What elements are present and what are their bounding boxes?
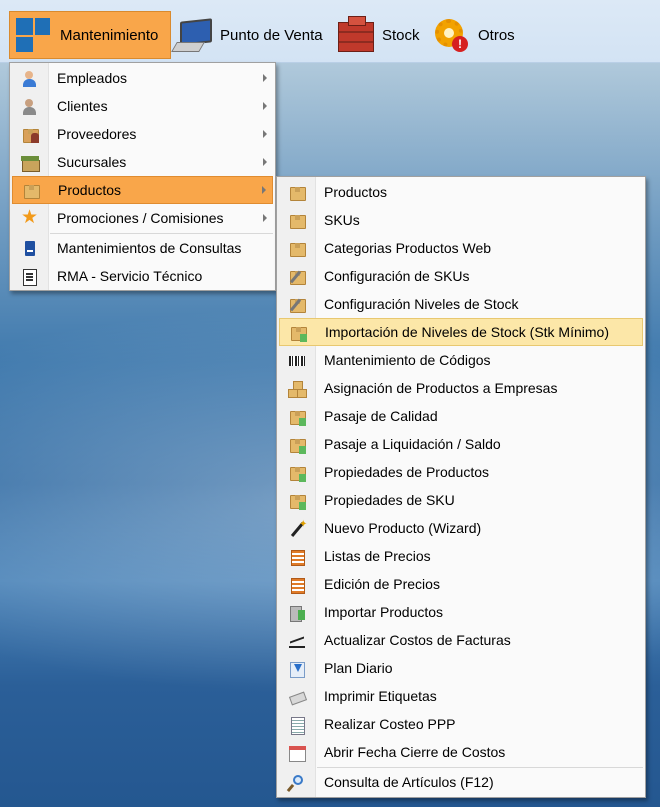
price-list-icon	[288, 548, 306, 566]
menu-item-pasaje-liquidacion[interactable]: Pasaje a Liquidación / Saldo	[279, 431, 643, 458]
box-import-icon	[288, 408, 306, 426]
menu-item-costeo-ppp[interactable]: Realizar Costeo PPP	[279, 711, 643, 738]
menu-item-mantenimiento-codigos[interactable]: Mantenimiento de Códigos	[279, 347, 643, 374]
boxes-stack-icon	[288, 380, 307, 398]
magnifier-icon	[286, 774, 306, 793]
menu-item-nuevo-producto-wizard[interactable]: ✦ Nuevo Producto (Wizard)	[279, 515, 643, 542]
magic-wand-icon: ✦	[288, 520, 307, 538]
menubar-item-mantenimiento[interactable]: Mantenimiento	[9, 11, 171, 59]
menubar-label: Stock	[382, 26, 420, 44]
menubar-item-otros[interactable]: ! Otros	[432, 11, 528, 59]
document-icon	[21, 240, 39, 258]
gear-warning-icon: !	[432, 16, 470, 54]
box-import-icon	[288, 464, 306, 482]
bricks-icon	[336, 16, 374, 54]
menu-item-productos[interactable]: Productos	[279, 179, 643, 206]
box-tools-icon	[288, 296, 306, 314]
price-list-icon	[288, 576, 306, 594]
menu-item-mantenimientos-consultas[interactable]: Mantenimientos de Consultas	[12, 235, 273, 262]
rma-form-icon	[21, 268, 39, 286]
menu-item-rma[interactable]: RMA - Servicio Técnico	[12, 263, 273, 290]
menubar-item-stock[interactable]: Stock	[336, 11, 428, 59]
box-import-icon	[288, 436, 306, 454]
label-print-icon	[288, 688, 308, 706]
menu-item-proveedores[interactable]: Proveedores	[12, 121, 273, 148]
supplier-icon	[21, 126, 39, 144]
menu-item-categorias-web[interactable]: Categorias Productos Web	[279, 235, 643, 262]
tiles-icon	[14, 16, 52, 54]
menu-item-importar-productos[interactable]: Importar Productos	[279, 599, 643, 626]
menu-item-asignacion-empresas[interactable]: Asignación de Productos a Empresas	[279, 375, 643, 402]
menu-item-edicion-precios[interactable]: Edición de Precios	[279, 571, 643, 598]
menu-item-productos[interactable]: Productos	[12, 176, 273, 204]
chart-line-icon	[288, 632, 306, 650]
menu-item-imprimir-etiquetas[interactable]: Imprimir Etiquetas	[279, 683, 643, 710]
productos-submenu: Productos SKUs Categorias Productos Web …	[276, 176, 646, 798]
menubar-item-punto-de-venta[interactable]: Punto de Venta	[171, 11, 334, 59]
box-import-icon	[289, 324, 307, 342]
barcode-icon	[288, 352, 306, 370]
submenu-arrow-icon	[263, 158, 267, 166]
menu-item-propiedades-productos[interactable]: Propiedades de Productos	[279, 459, 643, 486]
submenu-arrow-icon	[263, 130, 267, 138]
product-box-icon	[288, 212, 306, 230]
menu-separator	[317, 767, 643, 768]
menu-item-abrir-fecha-cierre[interactable]: Abrir Fecha Cierre de Costos	[279, 739, 643, 766]
submenu-arrow-icon	[263, 102, 267, 110]
download-arrow-icon	[288, 660, 306, 678]
submenu-arrow-icon	[263, 214, 267, 222]
menubar-label: Mantenimiento	[60, 26, 159, 44]
mantenimiento-menu: Empleados Clientes Proveedores Sucursale…	[9, 62, 276, 291]
computer-icon	[171, 16, 212, 54]
menu-separator	[50, 233, 273, 234]
menu-item-consulta-articulos[interactable]: Consulta de Artículos (F12)	[279, 769, 643, 796]
box-import-icon	[288, 492, 306, 510]
menu-item-skus[interactable]: SKUs	[279, 207, 643, 234]
product-box-icon	[288, 184, 306, 202]
menubar-label: Otros	[478, 26, 515, 44]
client-icon	[21, 98, 39, 116]
branch-icon	[21, 154, 40, 172]
box-tools-icon	[288, 268, 306, 286]
menu-item-pasaje-calidad[interactable]: Pasaje de Calidad	[279, 403, 643, 430]
menubar-label: Punto de Venta	[220, 26, 323, 44]
submenu-arrow-icon	[263, 74, 267, 82]
employee-icon	[21, 70, 39, 88]
product-box-icon	[22, 182, 40, 200]
import-products-icon	[288, 604, 306, 622]
menu-item-listas-precios[interactable]: Listas de Precios	[279, 543, 643, 570]
menubar: Mantenimiento Punto de Venta Stock ! Otr…	[0, 0, 660, 63]
menu-item-configuracion-niveles[interactable]: Configuración Niveles de Stock	[279, 291, 643, 318]
menu-item-promociones[interactable]: ★ Promociones / Comisiones	[12, 205, 273, 232]
submenu-arrow-icon	[262, 186, 266, 194]
menu-item-propiedades-sku[interactable]: Propiedades de SKU	[279, 487, 643, 514]
menu-item-actualizar-costos[interactable]: Actualizar Costos de Facturas	[279, 627, 643, 654]
star-icon: ★	[21, 207, 39, 228]
menu-item-sucursales[interactable]: Sucursales	[12, 149, 273, 176]
report-icon	[288, 716, 306, 735]
product-box-icon	[288, 240, 306, 258]
menu-item-configuracion-skus[interactable]: Configuración de SKUs	[279, 263, 643, 290]
menu-item-clientes[interactable]: Clientes	[12, 93, 273, 120]
menu-item-plan-diario[interactable]: Plan Diario	[279, 655, 643, 682]
menu-item-importacion-niveles[interactable]: Importación de Niveles de Stock (Stk Mín…	[279, 318, 643, 346]
menu-item-empleados[interactable]: Empleados	[12, 65, 273, 92]
calendar-icon	[288, 744, 306, 762]
